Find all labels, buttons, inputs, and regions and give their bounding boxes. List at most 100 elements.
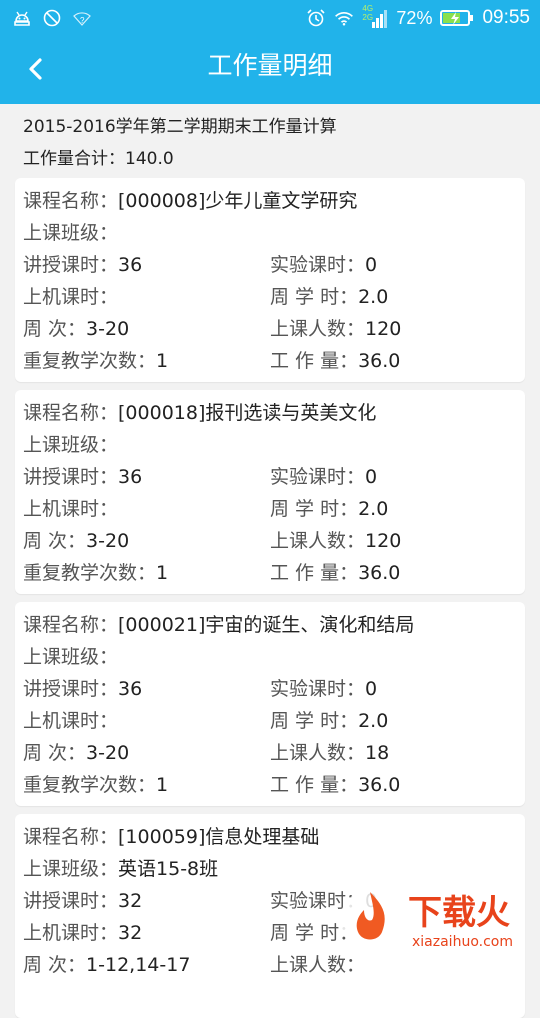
course-name-row: 课程名称：[100059]信息处理基础 xyxy=(23,822,319,849)
term-title: 2015-2016学年第二学期期末工作量计算 xyxy=(23,117,337,137)
workload-total: 工作量合计：140.0 xyxy=(23,144,174,169)
lab-hours-value: 0 xyxy=(365,254,378,276)
watermark-brand: 下载火 xyxy=(408,893,510,933)
weekly-hours-row: 周 学 时：2.0 xyxy=(270,706,388,733)
battery-percent: 72% xyxy=(396,7,433,28)
class-label: 上课班级： xyxy=(23,222,119,244)
repeat-count-row: 重复教学次数：1 xyxy=(23,770,168,797)
students-row: 上课人数：18 xyxy=(270,738,389,765)
computer-hours-row: 上机课时： xyxy=(23,706,118,733)
course-card[interactable]: 课程名称：[000021]宇宙的诞生、演化和结局 上课班级： 讲授课时：36 实… xyxy=(15,602,525,806)
lab-hours-row: 实验课时：0 xyxy=(270,462,377,489)
weekly-hours-value: 2.0 xyxy=(358,286,389,308)
course-name-label: 课程名称： xyxy=(23,614,119,636)
course-name-label: 课程名称： xyxy=(23,402,119,424)
weekly-hours-row: 周 学 时：2.0 xyxy=(270,494,388,521)
back-button[interactable] xyxy=(20,52,56,88)
students-label: 上课人数： xyxy=(270,318,366,340)
page-title: 工作量明细 xyxy=(207,51,333,80)
computer-hours-row: 上机课时：32 xyxy=(23,918,142,945)
flame-logo-icon: 下载火 xiazaihuo.com xyxy=(340,890,513,950)
weeks-label: 周 次： xyxy=(23,742,87,764)
weeks-row: 周 次：3-20 xyxy=(23,526,129,553)
workload-label: 工 作 量： xyxy=(270,350,359,372)
workload-row: 工 作 量：36.0 xyxy=(270,346,400,373)
computer-hours-row: 上机课时： xyxy=(23,282,118,309)
repeat-count-value: 1 xyxy=(156,774,169,796)
weeks-value: 3-20 xyxy=(86,742,130,764)
lecture-hours-row: 讲授课时：32 xyxy=(23,886,142,913)
weeks-row: 周 次：3-20 xyxy=(23,314,129,341)
course-card[interactable]: 课程名称：[000008]少年儿童文学研究 上课班级： 讲授课时：36 实验课时… xyxy=(15,178,525,382)
computer-hours-label: 上机课时： xyxy=(23,498,119,520)
battery-icon xyxy=(440,10,474,26)
repeat-count-label: 重复教学次数： xyxy=(23,774,157,796)
class-value: 英语15-8班 xyxy=(118,858,219,880)
weeks-label: 周 次： xyxy=(23,954,87,976)
students-value: 18 xyxy=(365,742,390,764)
class-row: 上课班级： xyxy=(23,218,118,245)
lecture-hours-value: 36 xyxy=(118,678,143,700)
svg-text:?: ? xyxy=(80,16,85,25)
weekly-hours-label: 周 学 时： xyxy=(270,710,359,732)
watermark-logo: 下载火 xiazaihuo.com xyxy=(330,880,540,960)
lecture-hours-label: 讲授课时： xyxy=(23,254,119,276)
total-value: 140.0 xyxy=(125,149,174,169)
class-label: 上课班级： xyxy=(23,646,119,668)
course-name-label: 课程名称： xyxy=(23,190,119,212)
weeks-value: 3-20 xyxy=(86,318,130,340)
lab-hours-row: 实验课时：0 xyxy=(270,674,377,701)
lecture-hours-label: 讲授课时： xyxy=(23,890,119,912)
students-row: 上课人数：120 xyxy=(270,526,401,553)
students-value: 120 xyxy=(365,318,402,340)
students-value: 120 xyxy=(365,530,402,552)
course-name-row: 课程名称：[000008]少年儿童文学研究 xyxy=(23,186,357,213)
workload-value: 36.0 xyxy=(358,774,401,796)
class-label: 上课班级： xyxy=(23,858,119,880)
course-name: [000018]报刊选读与英美文化 xyxy=(118,402,377,424)
workload-label: 工 作 量： xyxy=(270,562,359,584)
wifi-icon xyxy=(335,12,354,26)
workload-value: 36.0 xyxy=(358,350,401,372)
lecture-hours-label: 讲授课时： xyxy=(23,678,119,700)
computer-hours-value: 32 xyxy=(118,922,143,944)
workload-row: 工 作 量：36.0 xyxy=(270,770,400,797)
weeks-label: 周 次： xyxy=(23,318,87,340)
students-label: 上课人数： xyxy=(270,742,366,764)
repeat-count-label: 重复教学次数： xyxy=(23,350,157,372)
computer-hours-label: 上机课时： xyxy=(23,922,119,944)
course-name-row: 课程名称：[000021]宇宙的诞生、演化和结局 xyxy=(23,610,414,637)
class-row: 上课班级：英语15-8班 xyxy=(23,854,218,881)
lab-hours-label: 实验课时： xyxy=(270,466,366,488)
wifi-question-icon: ? xyxy=(73,12,91,26)
course-name: [000008]少年儿童文学研究 xyxy=(118,190,358,212)
no-sim-icon xyxy=(43,9,61,27)
weekly-hours-row: 周 学 时：2.0 xyxy=(270,282,388,309)
course-name-label: 课程名称： xyxy=(23,826,119,848)
class-row: 上课班级： xyxy=(23,642,118,669)
repeat-count-value: 1 xyxy=(156,562,169,584)
app-bar: 工作量明细 xyxy=(0,38,540,104)
repeat-count-row: 重复教学次数：1 xyxy=(23,558,168,585)
computer-hours-row: 上机课时： xyxy=(23,494,118,521)
course-name: [100059]信息处理基础 xyxy=(118,826,320,848)
lab-hours-label: 实验课时： xyxy=(270,254,366,276)
students-label: 上课人数： xyxy=(270,530,366,552)
workload-row: 工 作 量：36.0 xyxy=(270,558,400,585)
status-bar: ? 4G 2G 72% 09:55 xyxy=(0,0,540,38)
weeks-value: 1-12,14-17 xyxy=(86,954,191,976)
chevron-left-icon xyxy=(29,58,42,80)
students-row: 上课人数：120 xyxy=(270,314,401,341)
course-name-row: 课程名称：[000018]报刊选读与英美文化 xyxy=(23,398,376,425)
lecture-hours-label: 讲授课时： xyxy=(23,466,119,488)
course-card[interactable]: 课程名称：[000018]报刊选读与英美文化 上课班级： 讲授课时：36 实验课… xyxy=(15,390,525,594)
lab-hours-value: 0 xyxy=(365,466,378,488)
repeat-count-value: 1 xyxy=(156,350,169,372)
lecture-hours-value: 36 xyxy=(118,466,143,488)
status-right-icons: 4G 2G 72% 09:55 xyxy=(306,4,530,30)
weeks-value: 3-20 xyxy=(86,530,130,552)
weekly-hours-label: 周 学 时： xyxy=(270,498,359,520)
signal-icon: 4G 2G xyxy=(362,4,388,30)
computer-hours-label: 上机课时： xyxy=(23,710,119,732)
weeks-label: 周 次： xyxy=(23,530,87,552)
